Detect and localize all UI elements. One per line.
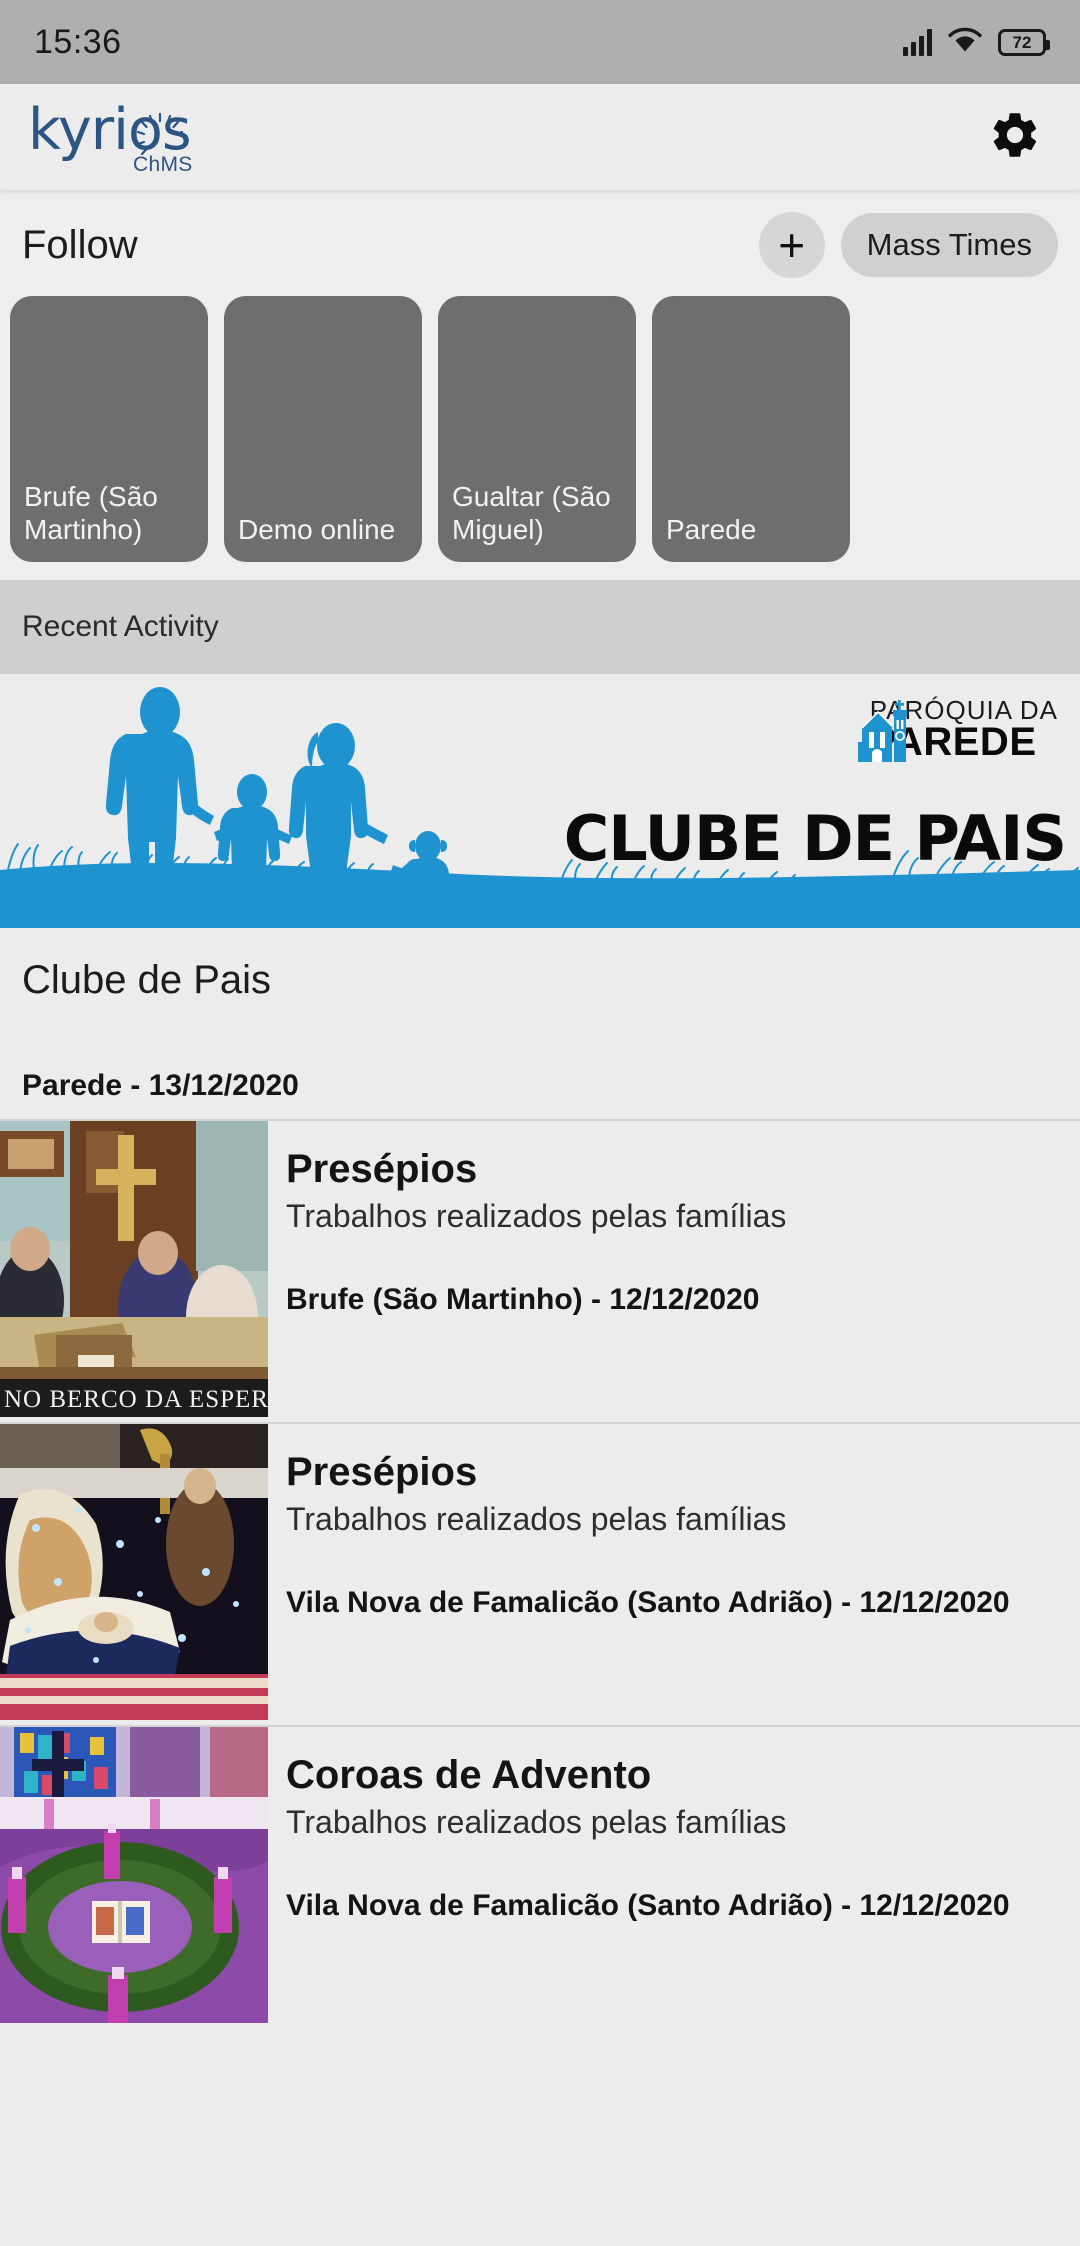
item-title: Presépios bbox=[286, 1450, 478, 1494]
mass-times-button[interactable]: Mass Times bbox=[840, 213, 1058, 277]
parish-card-label: Parede bbox=[666, 513, 757, 545]
item-thumbnail: NO BERCO DA ESPER bbox=[0, 1121, 268, 1422]
item-title: Coroas de Advento bbox=[286, 1753, 652, 1797]
item-thumbnail bbox=[0, 1727, 268, 2028]
clube-de-pais-banner[interactable]: PARÓQUIA DA PAREDE CLUBE DE PAIS bbox=[0, 674, 1080, 928]
article-title: Clube de Pais bbox=[22, 958, 272, 1002]
logo-subtitle: ChMS bbox=[133, 152, 193, 176]
item-body: Presépios Trabalhos realizados pelas fam… bbox=[268, 1424, 1080, 1725]
parish-card-label: Brufe (São Martinho) bbox=[24, 480, 158, 545]
status-bar: 15:36 72 bbox=[0, 0, 1080, 84]
signal-icon bbox=[903, 28, 932, 56]
settings-button[interactable] bbox=[984, 106, 1046, 168]
item-thumbnail bbox=[0, 1424, 268, 1725]
item-meta: Brufe (São Martinho) - 12/12/2020 bbox=[286, 1283, 760, 1317]
status-time: 15:36 bbox=[34, 22, 122, 61]
item-meta: Vila Nova de Famalicão (Santo Adrião) - … bbox=[286, 1889, 1010, 1923]
mass-times-label: Mass Times bbox=[866, 227, 1032, 262]
list-item[interactable]: NO BERCO DA ESPER Presépios Trabalhos re… bbox=[0, 1119, 1080, 1422]
follow-section: Follow + Mass Times Brufe (São Martinho)… bbox=[0, 190, 1080, 580]
paroquia-parede-logo: PARÓQUIA DA PAREDE bbox=[857, 697, 1058, 763]
list-item[interactable]: Presépios Trabalhos realizados pelas fam… bbox=[0, 1422, 1080, 1725]
wifi-icon bbox=[948, 26, 982, 59]
follow-actions: + Mass Times bbox=[758, 212, 1058, 278]
plus-icon: + bbox=[778, 219, 806, 271]
featured-article[interactable]: Clube de Pais Parede - 13/12/2020 bbox=[0, 928, 1080, 1119]
parish-card[interactable]: Demo online bbox=[224, 296, 422, 562]
article-meta: Parede - 13/12/2020 bbox=[22, 1069, 299, 1102]
app-screen: 15:36 72 kyrios ChMS Follow + Mass Times… bbox=[0, 0, 1080, 2246]
item-subtitle: Trabalhos realizados pelas famílias bbox=[286, 1804, 787, 1840]
status-icons: 72 bbox=[903, 26, 1050, 59]
recent-activity-title: Recent Activity bbox=[22, 610, 219, 643]
item-subtitle: Trabalhos realizados pelas famílias bbox=[286, 1198, 787, 1234]
item-meta: Vila Nova de Famalicão (Santo Adrião) - … bbox=[286, 1586, 1010, 1620]
app-bar: kyrios ChMS bbox=[0, 84, 1080, 190]
add-follow-button[interactable]: + bbox=[758, 212, 825, 278]
list-item[interactable]: Coroas de Advento Trabalhos realizados p… bbox=[0, 1725, 1080, 2028]
battery-icon: 72 bbox=[998, 28, 1050, 56]
item-subtitle: Trabalhos realizados pelas famílias bbox=[286, 1501, 787, 1537]
item-title: Presépios bbox=[286, 1147, 478, 1191]
parish-card-label: Demo online bbox=[238, 513, 396, 545]
svg-text:NO BERCO DA ESPER: NO BERCO DA ESPER bbox=[4, 1386, 268, 1413]
item-body: Coroas de Advento Trabalhos realizados p… bbox=[268, 1727, 1080, 2028]
parish-card[interactable]: Gualtar (São Miguel) bbox=[438, 296, 636, 562]
recent-activity-header: Recent Activity bbox=[0, 580, 1080, 674]
banner-title: CLUBE DE PAIS bbox=[563, 802, 1067, 875]
follow-title: Follow bbox=[22, 222, 138, 267]
battery-level: 72 bbox=[1012, 32, 1032, 52]
follow-header: Follow + Mass Times bbox=[0, 190, 1080, 296]
kyrios-logo: kyrios ChMS bbox=[28, 101, 192, 176]
parish-card[interactable]: Brufe (São Martinho) bbox=[10, 296, 208, 562]
gear-icon bbox=[988, 108, 1042, 167]
item-body: Presépios Trabalhos realizados pelas fam… bbox=[268, 1121, 1080, 1422]
followed-parishes-carousel[interactable]: Brufe (São Martinho) Demo online Gualtar… bbox=[0, 296, 1080, 562]
parish-card[interactable]: Parede bbox=[652, 296, 850, 562]
activity-list: NO BERCO DA ESPER Presépios Trabalhos re… bbox=[0, 1119, 1080, 2028]
parish-card-label: Gualtar (São Miguel) bbox=[452, 480, 611, 545]
